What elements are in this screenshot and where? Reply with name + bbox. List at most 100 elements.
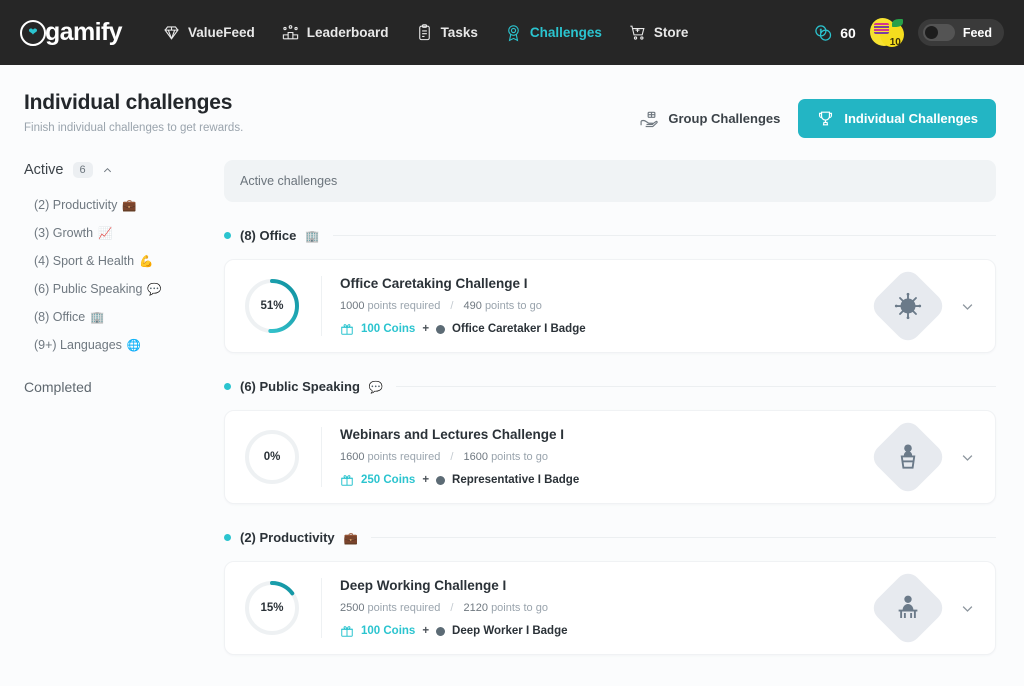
group-dot-icon bbox=[224, 534, 231, 541]
medal-icon bbox=[508, 25, 519, 42]
challenge-card[interactable]: 15% Deep Working Challenge I 2500 points… bbox=[224, 561, 996, 655]
group-dot-icon bbox=[224, 232, 231, 239]
sidebar-item-sport-health[interactable]: (4) Sport & Health 💪 bbox=[24, 247, 220, 275]
sidebar-item-languages[interactable]: (9+) Languages 🌐 bbox=[24, 331, 220, 359]
points-to-go-label: points to go bbox=[491, 451, 548, 463]
chevron-up-icon bbox=[103, 167, 111, 172]
challenge-card[interactable]: 0% Webinars and Lectures Challenge I 160… bbox=[224, 410, 996, 504]
sidebar-item-label: (8) Office bbox=[34, 310, 86, 324]
chevron-down-icon[interactable] bbox=[960, 601, 975, 616]
coins-icon bbox=[815, 24, 832, 41]
reward-plus: + bbox=[422, 625, 430, 637]
challenge-card[interactable]: 51% Office Caretaking Challenge I 1000 p… bbox=[224, 259, 996, 353]
page-title: Individual challenges bbox=[24, 91, 233, 114]
sidebar-item-label: (2) Productivity bbox=[34, 198, 118, 212]
sidebar-active-header[interactable]: Active 6 bbox=[24, 162, 220, 178]
globe-icon: 🌐 bbox=[126, 340, 142, 352]
badge-dot-icon bbox=[436, 475, 446, 485]
points-to-go-value: 2120 bbox=[463, 602, 488, 614]
nav-label-tasks: Tasks bbox=[440, 25, 478, 40]
challenge-badge-diamond bbox=[868, 417, 948, 497]
logo-text: gamify bbox=[45, 18, 123, 46]
challenge-reward: 100 Coins + Office Caretaker I Badge bbox=[340, 322, 880, 336]
sidebar-item-label: (4) Sport & Health bbox=[34, 254, 135, 268]
office-building-icon: 🏢 bbox=[90, 312, 105, 324]
individual-challenges-button[interactable]: Individual Challenges bbox=[798, 99, 996, 138]
sidebar-item-growth[interactable]: (3) Growth 📈 bbox=[24, 219, 220, 247]
challenge-badge-diamond bbox=[868, 266, 948, 346]
challenge-title: Deep Working Challenge I bbox=[340, 578, 507, 593]
gift-icon bbox=[341, 475, 353, 486]
reward-coins: 100 Coins bbox=[361, 323, 416, 335]
reward-plus: + bbox=[422, 474, 430, 486]
chevron-down-icon[interactable] bbox=[960, 299, 975, 314]
nav-item-valuefeed[interactable]: ValueFeed bbox=[162, 23, 255, 42]
points-required-value: 1000 bbox=[340, 300, 365, 312]
chevron-down-icon[interactable] bbox=[960, 450, 975, 465]
gamify-logo[interactable]: ❤ gamify bbox=[20, 18, 123, 47]
coin-balance-value: 60 bbox=[840, 24, 856, 41]
challenge-details: Office Caretaking Challenge I 1000 point… bbox=[340, 276, 880, 336]
podium-people-icon bbox=[282, 25, 298, 40]
coin-balance[interactable]: 60 bbox=[813, 23, 856, 43]
diamond-icon bbox=[164, 26, 179, 40]
trophy-icon bbox=[819, 111, 833, 126]
challenge-points: 1600 points required / 1600 points to go bbox=[340, 451, 880, 463]
person-at-desk-icon bbox=[898, 595, 918, 618]
nav-item-challenges[interactable]: Challenges bbox=[504, 23, 602, 42]
nav-item-store[interactable]: Store bbox=[628, 23, 688, 42]
sidebar-completed-header[interactable]: Completed bbox=[24, 379, 220, 395]
challenge-group-header: (2) Productivity 💼 bbox=[224, 530, 996, 545]
nav-label-leaderboard: Leaderboard bbox=[306, 25, 389, 40]
group-divider bbox=[396, 386, 996, 387]
sidebar-item-office[interactable]: (8) Office 🏢 bbox=[24, 303, 220, 331]
challenge-details: Deep Working Challenge I 2500 points req… bbox=[340, 578, 880, 638]
reward-badge-label: Deep Worker I Badge bbox=[452, 625, 568, 637]
top-navbar: ❤ gamify ValueFeed Leaderboard Tasks Cha… bbox=[0, 0, 1024, 65]
sidebar-item-productivity[interactable]: (2) Productivity 💼 bbox=[24, 191, 220, 219]
challenge-group: (2) Productivity 💼 15% Deep Working Chal… bbox=[224, 530, 996, 655]
group-title: (6) Public Speaking bbox=[240, 379, 360, 394]
group-challenges-label: Group Challenges bbox=[668, 111, 781, 126]
card-divider bbox=[321, 578, 322, 638]
points-to-go-value: 490 bbox=[463, 300, 482, 312]
nav-item-tasks[interactable]: Tasks bbox=[415, 23, 478, 42]
avatar[interactable]: 10 bbox=[869, 17, 904, 49]
challenge-type-switch: Group Challenges Individual Challenges bbox=[635, 91, 996, 138]
reward-badge-label: Representative I Badge bbox=[452, 474, 580, 486]
points-to-go-label: points to go bbox=[484, 300, 542, 312]
nav-items: ValueFeed Leaderboard Tasks Challenges S… bbox=[162, 23, 688, 42]
challenge-group-header: (8) Office 🏢 bbox=[224, 228, 996, 243]
feed-toggle[interactable]: Feed bbox=[917, 19, 1004, 46]
card-divider bbox=[321, 276, 322, 336]
nav-item-leaderboard[interactable]: Leaderboard bbox=[281, 23, 389, 42]
group-challenges-button[interactable]: Group Challenges bbox=[635, 100, 784, 138]
page-content: Active 6 (2) Productivity 💼 (3) Growth 📈… bbox=[0, 138, 1024, 655]
badge-dot-icon bbox=[436, 324, 446, 334]
progress-percent: 51% bbox=[260, 300, 284, 312]
avatar-level-badge: 10 bbox=[889, 36, 901, 48]
individual-challenges-label: Individual Challenges bbox=[844, 111, 978, 126]
points-required-value: 2500 bbox=[340, 602, 365, 614]
sidebar-active-count: 6 bbox=[72, 162, 93, 178]
sidebar-item-public-speaking[interactable]: (6) Public Speaking 💬 bbox=[24, 275, 220, 303]
group-title: (2) Productivity bbox=[240, 530, 335, 545]
speaker-podium-icon bbox=[900, 444, 916, 469]
challenge-details: Webinars and Lectures Challenge I 1600 p… bbox=[340, 427, 880, 487]
progress-percent: 0% bbox=[263, 451, 281, 463]
group-divider bbox=[370, 537, 996, 538]
sidebar-category-list: (2) Productivity 💼 (3) Growth 📈 (4) Spor… bbox=[24, 191, 220, 359]
points-required-label: points required bbox=[367, 300, 441, 312]
sidebar: Active 6 (2) Productivity 💼 (3) Growth 📈… bbox=[24, 160, 220, 655]
shopping-cart-icon bbox=[630, 25, 645, 40]
nav-label-challenges: Challenges bbox=[529, 25, 602, 40]
challenge-group-header: (6) Public Speaking 💬 bbox=[224, 379, 996, 394]
challenge-badge-diamond bbox=[868, 568, 948, 648]
logo-mark-icon: ❤ bbox=[20, 19, 46, 46]
badge-dot-icon bbox=[436, 626, 446, 636]
card-divider bbox=[321, 427, 322, 487]
points-required-label: points required bbox=[367, 602, 441, 614]
challenge-group: (6) Public Speaking 💬 0% Webinars and Le… bbox=[224, 379, 996, 504]
main-panel: Active challenges (8) Office 🏢 51% Offic… bbox=[220, 160, 996, 655]
speech-balloon-icon: 💬 bbox=[368, 381, 384, 394]
